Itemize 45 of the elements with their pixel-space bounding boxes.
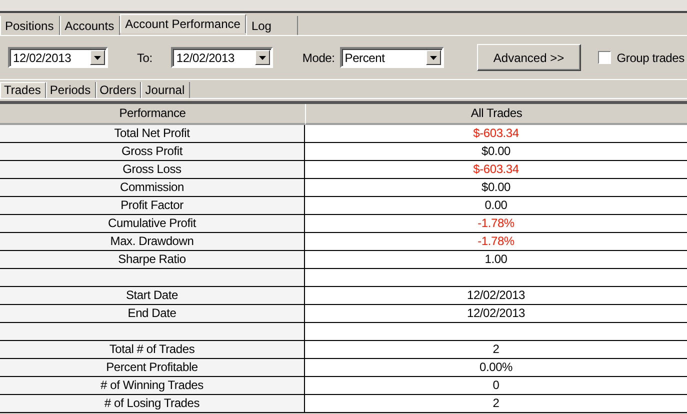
metric-value: -1.78%: [305, 215, 687, 233]
tab[interactable]: Journal: [141, 82, 190, 98]
metric-value: 0: [305, 377, 687, 395]
tab[interactable]: Account Performance: [120, 14, 246, 33]
metric-value: $0.00: [305, 143, 687, 161]
metric-value: $-603.34: [305, 125, 687, 143]
tab[interactable]: Orders: [96, 82, 142, 98]
column-header: All Trades: [305, 104, 687, 125]
dropdown[interactable]: 12/02/2013: [171, 47, 274, 68]
field-label: Mode:: [302, 50, 335, 64]
metric-label: # of Winning Trades: [0, 377, 305, 395]
metric-label: Max. Drawdown: [0, 233, 305, 251]
metric-label: End Date: [0, 305, 305, 323]
checkbox-label: Group trades: [616, 50, 684, 64]
metric-label: Total Net Profit: [0, 125, 305, 143]
metric-value: 2: [305, 395, 687, 413]
dropdown[interactable]: Percent: [340, 47, 444, 68]
metric-label: Total # of Trades: [0, 341, 305, 359]
metric-value: $0.00: [305, 179, 687, 197]
metric-value: 1.00: [305, 251, 687, 269]
field-label: To:: [137, 50, 152, 64]
metric-value: -1.78%: [305, 233, 687, 251]
dropdown[interactable]: 12/02/2013: [8, 47, 108, 68]
checkbox[interactable]: [598, 51, 611, 64]
metric-value: 0.00%: [305, 359, 687, 377]
metric-label: Sharpe Ratio: [0, 251, 305, 269]
tab[interactable]: Positions: [0, 16, 60, 35]
metric-label: Percent Profitable: [0, 359, 305, 377]
metric-value: 12/02/2013: [305, 305, 687, 323]
metric-value: 12/02/2013: [305, 287, 687, 305]
tab[interactable]: Trades: [0, 82, 46, 98]
metric-label: Gross Loss: [0, 161, 305, 179]
tab[interactable]: Log: [246, 16, 298, 35]
tab[interactable]: Accounts: [60, 16, 120, 35]
metric-label: Gross Profit: [0, 143, 305, 161]
metric-label: # of Losing Trades: [0, 395, 305, 413]
metric-label: Start Date: [0, 287, 305, 305]
metric-value: 2: [305, 341, 687, 359]
tab[interactable]: Periods: [46, 82, 96, 98]
metric-value: 0.00: [305, 197, 687, 215]
metric-value: $-603.34: [305, 161, 687, 179]
metric-label: Cumulative Profit: [0, 215, 305, 233]
advanced-button[interactable]: Advanced >>: [476, 44, 581, 71]
metric-label: Profit Factor: [0, 197, 305, 215]
metric-label: Commission: [0, 179, 305, 197]
